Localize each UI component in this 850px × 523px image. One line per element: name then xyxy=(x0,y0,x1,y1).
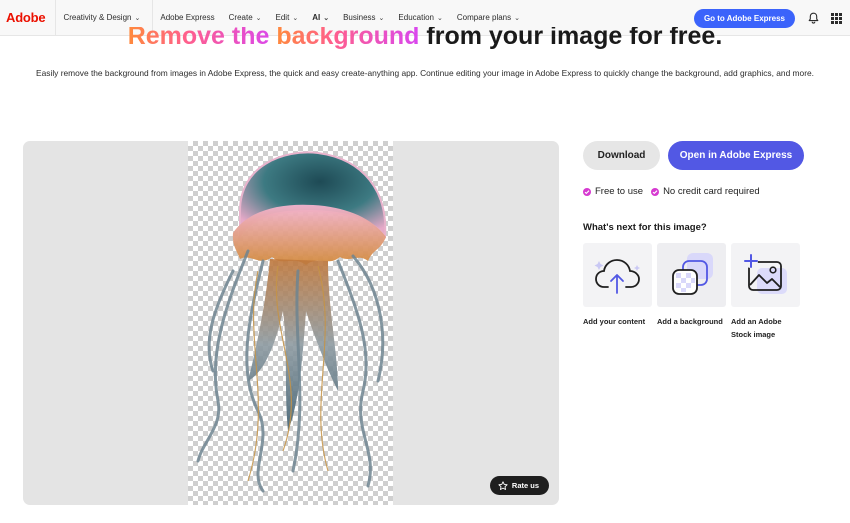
whats-next-heading: What's next for this image? xyxy=(583,222,707,233)
card-image xyxy=(731,243,800,307)
chevron-down-icon: ⌄ xyxy=(378,14,385,22)
nav-item-label: Creativity & Design xyxy=(63,13,132,22)
action-buttons: Download Open in Adobe Express xyxy=(583,141,804,170)
nav-item-label: Education xyxy=(398,13,434,22)
card-image xyxy=(583,243,652,307)
jellyfish-image xyxy=(196,151,387,493)
background-layers-icon xyxy=(671,253,713,295)
card-add-your-content[interactable]: Add your content xyxy=(583,243,652,341)
card-label: Add your content xyxy=(583,317,646,326)
page-title: Remove the background from your image fo… xyxy=(0,27,850,51)
nav-item-label: Compare plans xyxy=(456,13,512,22)
card-image xyxy=(657,243,726,307)
nav-item-label: Business xyxy=(343,13,376,22)
chevron-down-icon: ⌄ xyxy=(323,14,330,22)
rate-us-label: Rate us xyxy=(511,481,539,490)
add-image-icon xyxy=(743,254,787,294)
chevron-down-icon: ⌄ xyxy=(437,14,443,22)
title-rest: from your image for free. xyxy=(419,27,723,50)
nav-item-label: AI xyxy=(312,13,321,22)
open-in-adobe-express-button[interactable]: Open in Adobe Express xyxy=(668,141,804,170)
page-subtitle: Easily remove the background from images… xyxy=(36,68,814,78)
title-highlight: Remove the xyxy=(128,27,277,50)
actions-panel: Download Open in Adobe Express Free to u… xyxy=(583,141,804,341)
rate-us-button[interactable]: Rate us xyxy=(489,476,549,495)
go-to-adobe-express-button[interactable]: Go to Adobe Express xyxy=(693,8,795,28)
app-grid-icon[interactable] xyxy=(831,12,842,24)
perk-label: Free to use xyxy=(595,186,644,197)
chevron-down-icon: ⌄ xyxy=(292,14,299,22)
bell-icon[interactable] xyxy=(807,12,819,24)
chevron-down-icon: ⌄ xyxy=(255,14,262,22)
nav-item-label: Edit xyxy=(275,13,290,22)
cloud-upload-icon xyxy=(594,259,640,294)
image-preview-canvas: Rate us xyxy=(23,141,559,505)
nav-item-label: Adobe Express xyxy=(160,13,215,22)
nav-item-label: Create xyxy=(228,13,253,22)
card-add-a-background[interactable]: Add a background xyxy=(657,243,726,341)
perk-free-to-use: Free to use xyxy=(583,186,643,197)
card-add-adobe-stock-image[interactable]: Add an Adobe Stock image xyxy=(731,243,800,341)
card-label: Add an Adobe Stock image xyxy=(731,317,782,339)
perk-label: No credit card required xyxy=(663,186,760,197)
checkmark-icon xyxy=(583,187,591,196)
perk-no-credit-card: No credit card required xyxy=(651,186,760,197)
perks-list: Free to use No credit card required xyxy=(583,186,804,197)
next-steps-cards: Add your content Add a background Add an… xyxy=(583,243,804,341)
card-label: Add a background xyxy=(657,317,723,326)
chevron-down-icon: ⌄ xyxy=(514,14,520,22)
checkmark-icon xyxy=(651,187,660,196)
chevron-down-icon: ⌄ xyxy=(134,14,141,22)
title-highlight-background: background xyxy=(276,27,419,50)
download-button[interactable]: Download xyxy=(583,141,660,170)
star-icon xyxy=(498,480,508,490)
